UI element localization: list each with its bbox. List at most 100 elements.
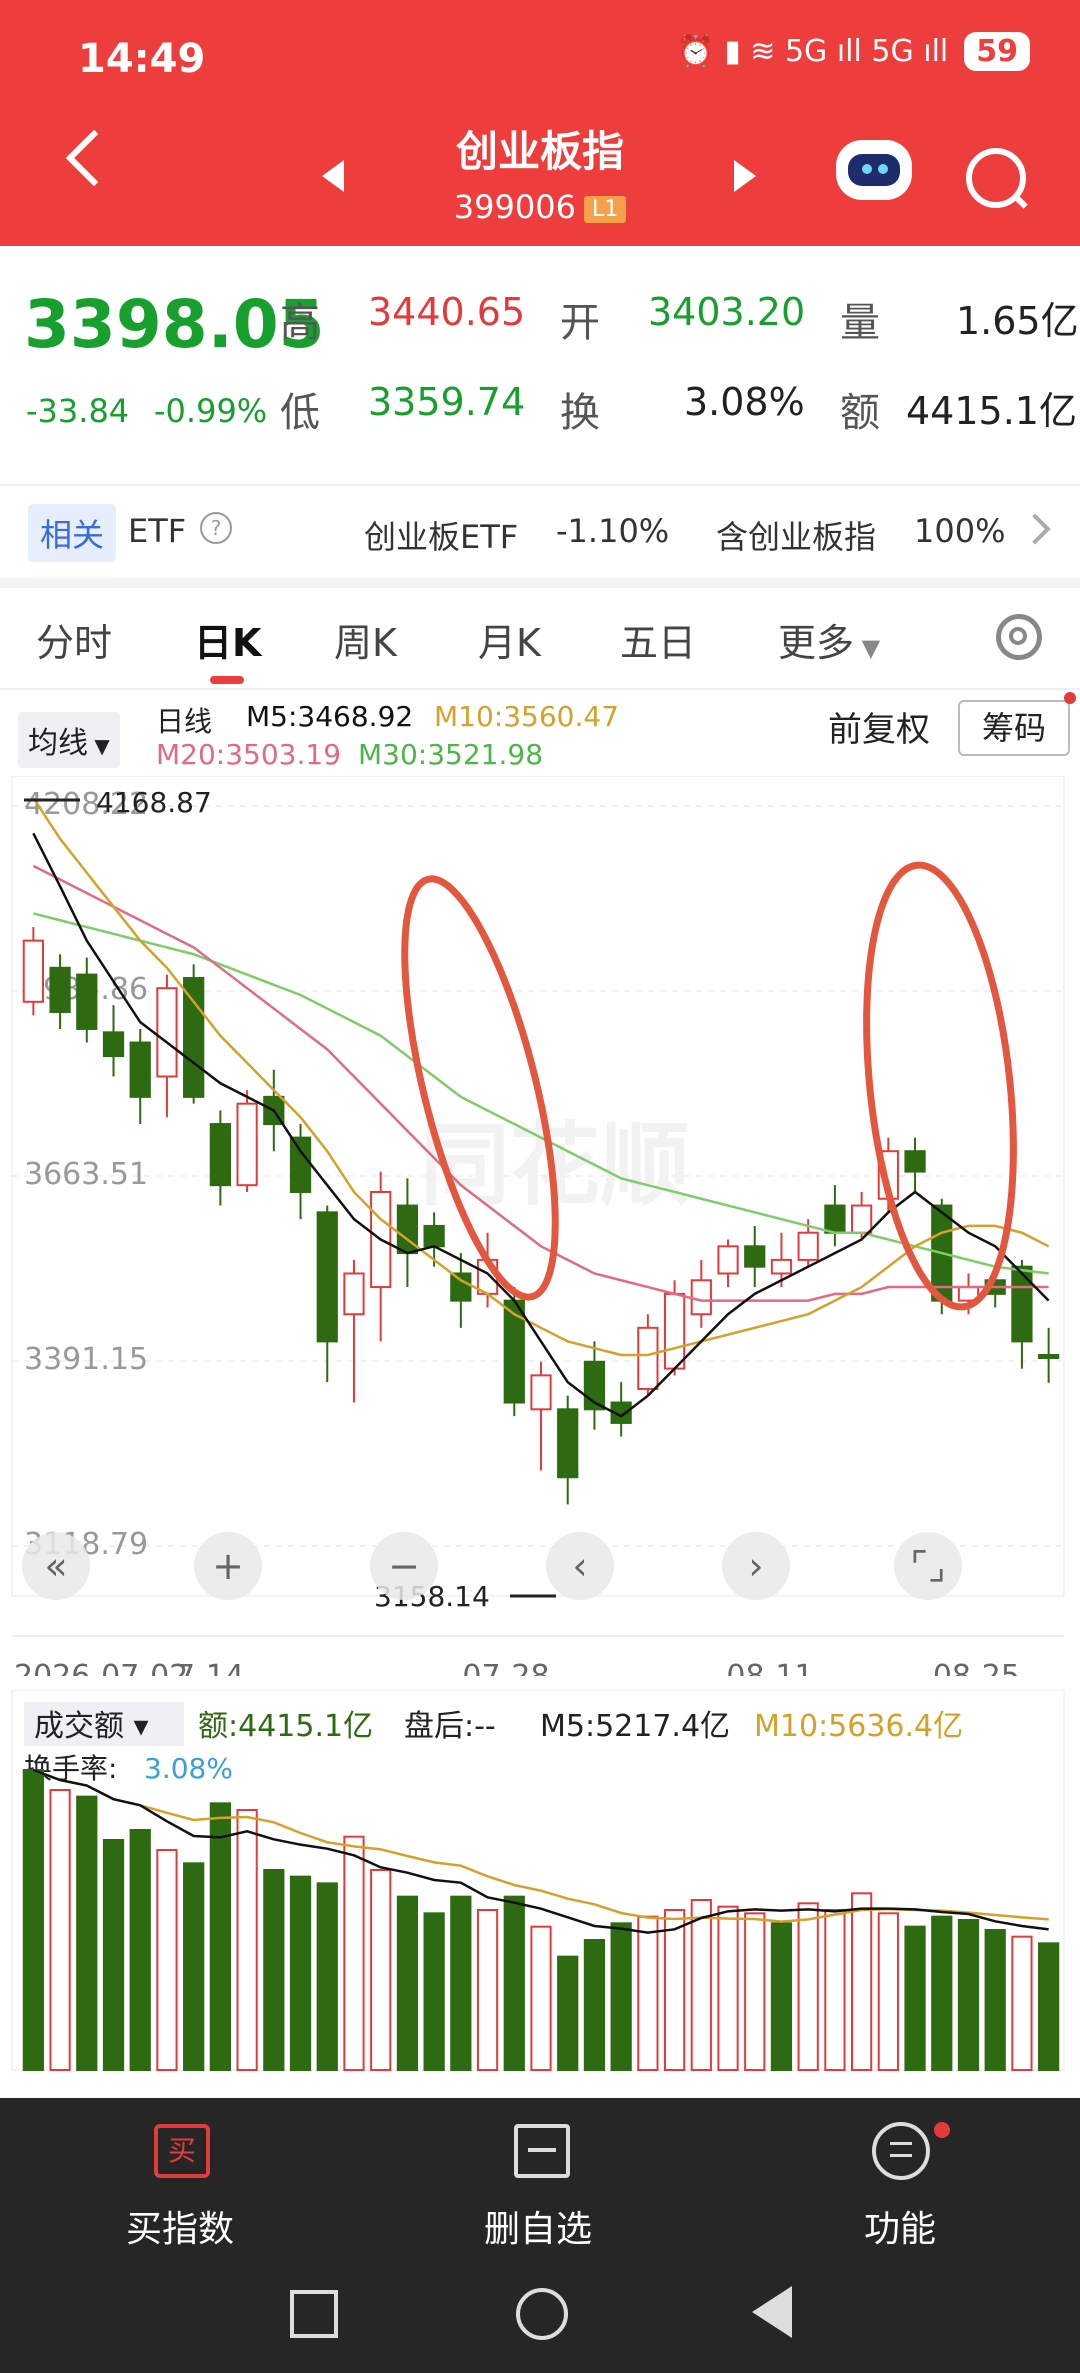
volume-bar xyxy=(850,1892,873,2071)
volume-bar xyxy=(503,1895,525,2071)
candle-body xyxy=(503,1299,525,1404)
etf-change: -1.10% xyxy=(556,512,670,550)
volume-bar xyxy=(690,1899,712,2071)
after-hours: 盘后:-- xyxy=(404,1709,496,1744)
notification-dot xyxy=(1064,692,1076,704)
candle-body xyxy=(236,1102,258,1187)
candle-body xyxy=(557,1408,579,1479)
volume-bar xyxy=(236,1809,258,2071)
volume-bar xyxy=(663,1909,686,2071)
zoom-out-icon: − xyxy=(388,1544,420,1588)
ma30-value: M30:3521.98 xyxy=(358,738,544,771)
volume-chart[interactable]: 成交额 ▾ 额:4415.1亿 盘后:-- M5:5217.4亿 M10:5636.4亿… xyxy=(0,1690,1080,2090)
etf-name[interactable]: 创业板ETF xyxy=(364,512,518,558)
open-value: 3403.20 xyxy=(648,290,806,334)
volume-label: 量 xyxy=(840,300,880,346)
page-title: 创业板指 xyxy=(455,127,624,176)
volume-bar xyxy=(102,1839,125,2071)
ma-selector[interactable]: 均线 ▼ xyxy=(18,712,120,768)
settings-gear-icon[interactable] xyxy=(996,614,1042,660)
turnover-rate: 3.08% xyxy=(144,1752,233,1785)
candle-body xyxy=(904,1150,926,1173)
low-value: 3359.74 xyxy=(368,380,526,424)
volume-bar xyxy=(396,1895,419,2071)
ma20-value: M20:3503.19 xyxy=(156,738,342,771)
kline-chart[interactable]: 4208.223935.863663.513391.153118.79同花顺41… xyxy=(0,776,1080,1676)
candle-body xyxy=(343,1272,365,1316)
volume-bar xyxy=(770,1922,793,2071)
candle-body xyxy=(209,1123,232,1187)
turnover-value: 3.08% xyxy=(684,380,805,424)
volume-bar xyxy=(904,1925,926,2071)
price-change: -33.84 xyxy=(26,392,130,430)
candle-body xyxy=(663,1292,686,1370)
volume-bar xyxy=(183,1862,205,2071)
candle-body xyxy=(530,1374,552,1411)
ma5-value: M5:3468.92 xyxy=(246,700,414,733)
tab-weekly-k[interactable]: 周K xyxy=(334,612,397,667)
tab-five-day[interactable]: 五日 xyxy=(620,612,696,667)
volume-bar xyxy=(316,1882,338,2071)
chips-button[interactable]: 筹码 xyxy=(958,700,1070,756)
function-notification-dot xyxy=(934,2122,950,2138)
volume-bar xyxy=(984,1929,1006,2071)
volume-bar xyxy=(797,1902,819,2071)
back-nav-icon[interactable] xyxy=(752,2286,792,2338)
home-icon[interactable] xyxy=(516,2288,568,2340)
remove-watchlist-button[interactable]: 删自选 xyxy=(438,2200,638,2252)
candle-body xyxy=(824,1204,846,1234)
recent-apps-icon[interactable] xyxy=(290,2290,338,2338)
buy-index-button[interactable]: 买指数 xyxy=(80,2200,280,2252)
candle-body xyxy=(1038,1353,1060,1359)
divider xyxy=(0,484,1080,486)
volume-bar xyxy=(1038,1942,1060,2071)
low-label: 低 xyxy=(280,390,320,436)
active-tab-indicator xyxy=(210,676,244,684)
open-label: 开 xyxy=(560,300,600,346)
turnover-label: 换 xyxy=(560,390,600,436)
volume-bar xyxy=(583,1939,606,2071)
candle-body xyxy=(289,1136,312,1193)
volume-bar xyxy=(209,1802,232,2071)
status-time: 14:49 xyxy=(78,36,206,82)
fullscreen-icon: ⌜⌟ xyxy=(910,1544,946,1588)
adjust-mode[interactable]: 前复权 xyxy=(828,702,930,751)
candle-body xyxy=(797,1231,819,1261)
volume-bar xyxy=(476,1909,499,2071)
candle-body xyxy=(49,966,71,1013)
volume-bar xyxy=(263,1869,285,2071)
assistant-robot-icon[interactable] xyxy=(836,140,912,200)
remove-watchlist-icon xyxy=(514,2124,570,2178)
help-icon[interactable]: ? xyxy=(200,512,232,544)
volume-m10: M10:5636.4亿 xyxy=(754,1709,963,1744)
x-tick-label: 08-25 xyxy=(933,1659,1020,1676)
tab-intraday[interactable]: 分时 xyxy=(36,612,112,667)
ma-selector-label: 均线 xyxy=(28,726,88,761)
candle-body xyxy=(129,1041,151,1098)
tab-daily-k[interactable]: 日K xyxy=(194,612,261,667)
volume-bar xyxy=(1011,1935,1033,2071)
volume-bar xyxy=(744,1912,766,2071)
line-type: 日线 xyxy=(156,705,213,738)
ma10-value: M10:3560.47 xyxy=(434,700,620,733)
buy-icon: 买 xyxy=(154,2124,210,2178)
contains-label: 含创业板指 xyxy=(716,518,877,556)
status-glyphs: ⏰ ▮ ≋ 5G ıll 5G ıll xyxy=(677,34,949,69)
volume-bar xyxy=(931,1915,953,2071)
related-tag[interactable]: 相关 xyxy=(28,504,117,562)
x-tick-label: 2026-07-02 xyxy=(14,1659,188,1676)
chevron-right-icon[interactable] xyxy=(1019,513,1051,545)
tab-more[interactable]: 更多 ▼ xyxy=(778,612,880,667)
next-index-icon[interactable] xyxy=(734,160,756,192)
volume-bar xyxy=(343,1835,365,2071)
index-code-text: 399006 xyxy=(453,188,576,226)
function-button[interactable]: 功能 xyxy=(800,2200,1000,2252)
x-tick-label: 7-14 xyxy=(176,1659,244,1676)
zoom-back-icon: « xyxy=(44,1544,67,1588)
etf-label: ETF xyxy=(128,512,187,550)
amount-value: 4415.1亿 xyxy=(906,389,1077,433)
app-header: 14:49 ⏰ ▮ ≋ 5G ıll 5G ıll 59 创业板指 399006… xyxy=(0,0,1080,246)
x-tick-label: 08-11 xyxy=(726,1659,813,1676)
dropdown-icon: ▼ xyxy=(88,734,110,758)
tab-monthly-k[interactable]: 月K xyxy=(478,612,541,667)
